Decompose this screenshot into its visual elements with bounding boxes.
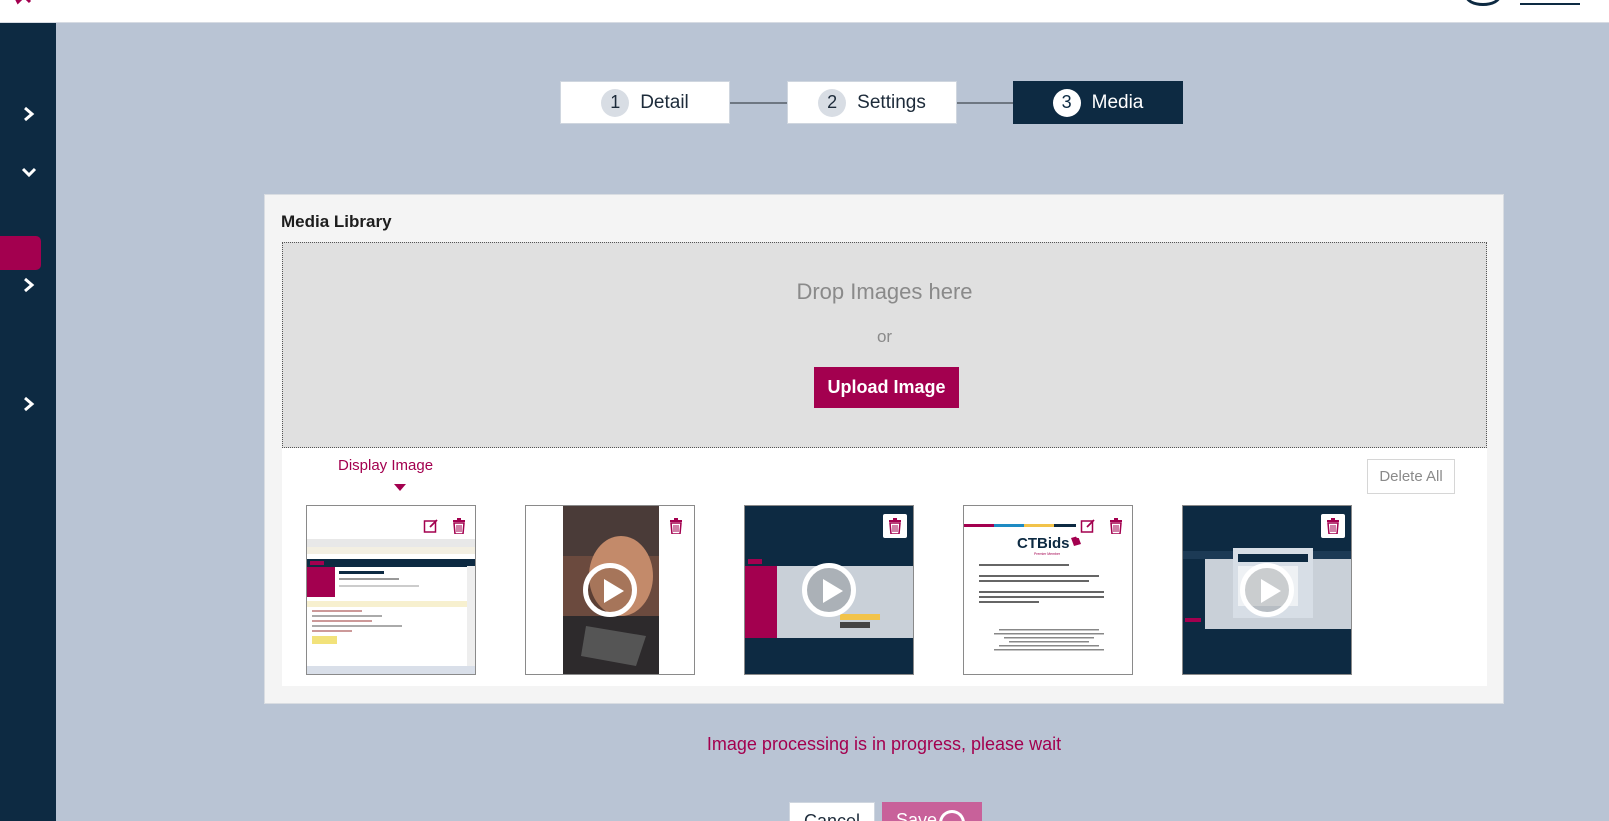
step-settings[interactable]: 2 Settings xyxy=(787,81,957,124)
sidebar-expand-chevron-icon[interactable] xyxy=(14,99,44,129)
brand-logo-icon[interactable] xyxy=(12,0,34,6)
sidebar-collapse-chevron-icon[interactable] xyxy=(14,157,44,187)
sidebar-active-item[interactable] xyxy=(0,236,41,270)
edit-icon[interactable] xyxy=(1076,514,1100,538)
ctbids-logo-text: CTBids xyxy=(1017,535,1070,552)
step-label: Detail xyxy=(640,91,689,113)
ctbids-logo-subtitle: Premier Member xyxy=(1034,552,1061,556)
edit-icon[interactable] xyxy=(419,514,443,538)
play-icon[interactable] xyxy=(1240,563,1294,617)
step-detail[interactable]: 1 Detail xyxy=(560,81,730,124)
display-image-label: Display Image xyxy=(338,457,434,474)
header-link-underline[interactable] xyxy=(1520,3,1580,5)
step-connector xyxy=(956,102,1014,104)
step-number: 2 xyxy=(818,88,847,117)
loading-spinner-icon xyxy=(939,810,965,821)
user-avatar[interactable] xyxy=(1465,0,1501,6)
media-library-panel: Media Library Drop Images here or Upload… xyxy=(264,194,1504,704)
upload-image-button[interactable]: Upload Image xyxy=(814,367,959,408)
trash-icon[interactable] xyxy=(1104,514,1128,538)
play-icon[interactable] xyxy=(583,563,637,617)
media-gallery: Display Image Delete All CTBids Premier … xyxy=(282,448,1487,686)
save-button-label: Save xyxy=(896,810,938,821)
media-thumbnail[interactable] xyxy=(306,505,476,675)
sidebar-expand-chevron-icon[interactable] xyxy=(14,389,44,419)
sidebar xyxy=(0,23,56,821)
or-text: or xyxy=(876,327,893,346)
play-icon[interactable] xyxy=(802,563,856,617)
media-library-title: Media Library xyxy=(281,212,392,231)
step-connector xyxy=(730,102,788,104)
trash-icon[interactable] xyxy=(447,514,471,538)
trash-icon[interactable] xyxy=(1321,514,1345,538)
drop-images-text: Drop Images here xyxy=(796,279,973,304)
step-number: 1 xyxy=(601,88,630,117)
image-dropzone[interactable]: Drop Images here or Upload Image xyxy=(282,242,1487,448)
step-label: Settings xyxy=(857,91,926,113)
media-thumbnail[interactable] xyxy=(525,505,695,675)
media-thumbnail[interactable] xyxy=(744,505,914,675)
trash-icon[interactable] xyxy=(883,514,907,538)
media-thumbnail[interactable]: CTBids Premier Member xyxy=(963,505,1133,675)
top-bar xyxy=(0,0,1609,23)
cancel-button[interactable]: Cancel xyxy=(789,802,875,821)
media-thumbnail[interactable] xyxy=(1182,505,1352,675)
caret-down-icon xyxy=(394,484,406,491)
step-label: Media xyxy=(1091,91,1144,113)
step-media[interactable]: 3 Media xyxy=(1013,81,1183,124)
save-button[interactable]: Save xyxy=(882,802,982,821)
sidebar-expand-chevron-icon[interactable] xyxy=(14,270,44,300)
processing-status-message: Image processing is in progress, please … xyxy=(706,734,1062,754)
trash-icon[interactable] xyxy=(664,514,688,538)
delete-all-button[interactable]: Delete All xyxy=(1367,459,1455,494)
step-number: 3 xyxy=(1052,88,1081,117)
